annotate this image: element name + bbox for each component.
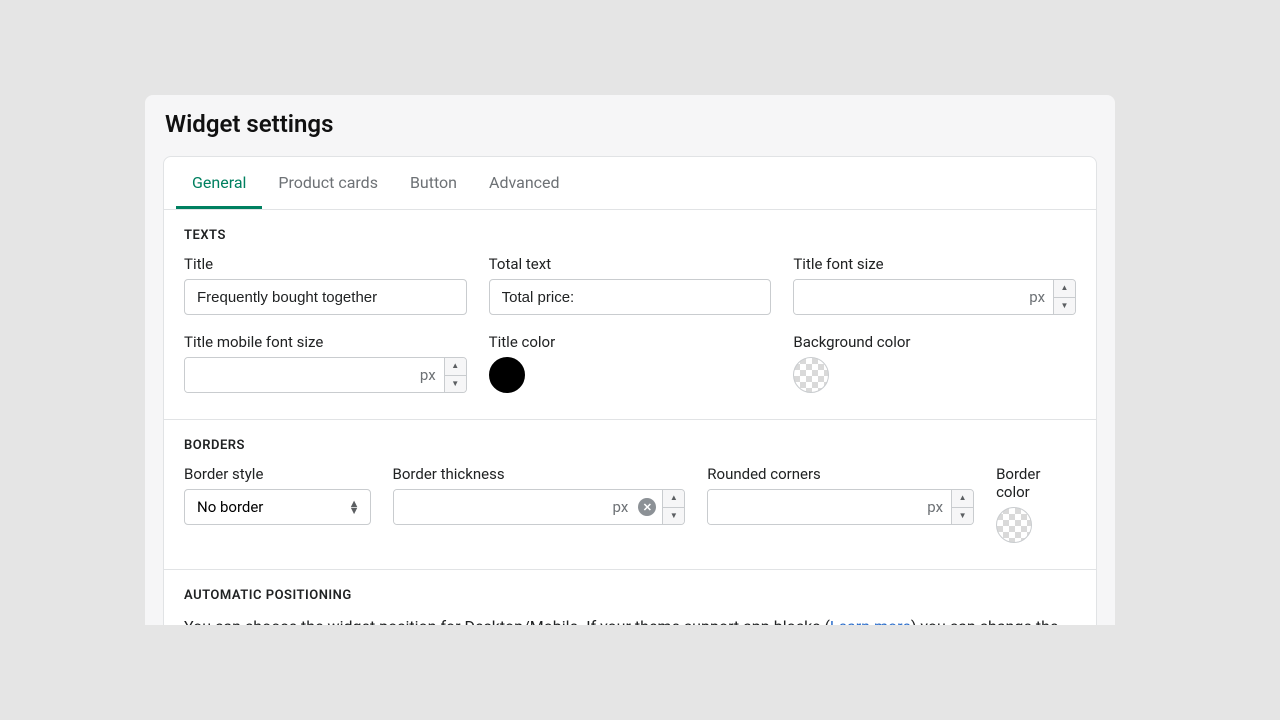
- positioning-description: You can choose the widget position for D…: [184, 615, 1076, 625]
- tabs: General Product cards Button Advanced: [164, 157, 1096, 210]
- label-total-text: Total text: [489, 255, 772, 273]
- spin-down-icon[interactable]: ▼: [445, 376, 466, 393]
- field-border-thickness: Border thickness px ✕ ▲ ▼: [393, 465, 686, 543]
- input-rounded-corners[interactable]: px ▲ ▼: [707, 489, 974, 525]
- field-title: Title: [184, 255, 467, 315]
- input-title-font-size-value[interactable]: [794, 280, 1029, 314]
- spinner: ▲ ▼: [951, 490, 973, 524]
- label-border-color: Border color: [996, 465, 1076, 501]
- section-texts: TEXTS Title Total text Title font size p…: [164, 210, 1096, 420]
- field-border-color: Border color: [996, 465, 1076, 543]
- field-title-mobile-font-size: Title mobile font size px ▲ ▼: [184, 333, 467, 393]
- desc-pre: You can choose the widget position for D…: [184, 617, 830, 625]
- unit-px: px: [420, 366, 444, 384]
- field-total-text: Total text: [489, 255, 772, 315]
- spin-down-icon[interactable]: ▼: [663, 508, 684, 525]
- spin-down-icon[interactable]: ▼: [1054, 298, 1075, 315]
- input-border-thickness-value[interactable]: [394, 490, 613, 524]
- label-background-color: Background color: [793, 333, 1076, 351]
- tab-button[interactable]: Button: [394, 157, 473, 209]
- spinner: ▲ ▼: [1053, 280, 1075, 314]
- tab-product-cards[interactable]: Product cards: [262, 157, 394, 209]
- section-positioning: AUTOMATIC POSITIONING You can choose the…: [164, 570, 1096, 625]
- spin-up-icon[interactable]: ▲: [1054, 280, 1075, 298]
- unit-px: px: [613, 498, 637, 516]
- clear-icon[interactable]: ✕: [638, 498, 656, 516]
- select-border-style[interactable]: No border ▲▼: [184, 489, 371, 525]
- input-rounded-corners-value[interactable]: [708, 490, 927, 524]
- input-title-mobile-font-size-value[interactable]: [185, 358, 420, 392]
- field-background-color: Background color: [793, 333, 1076, 393]
- input-title[interactable]: [184, 279, 467, 315]
- spin-up-icon[interactable]: ▲: [952, 490, 973, 508]
- section-borders: BORDERS Border style No border ▲▼ Border…: [164, 420, 1096, 570]
- learn-more-link[interactable]: Learn more: [830, 617, 911, 625]
- section-heading-borders: BORDERS: [184, 438, 1076, 453]
- field-title-font-size: Title font size px ▲ ▼: [793, 255, 1076, 315]
- input-border-thickness[interactable]: px ✕ ▲ ▼: [393, 489, 686, 525]
- unit-px: px: [927, 498, 951, 516]
- field-title-color: Title color: [489, 333, 772, 393]
- spin-down-icon[interactable]: ▼: [952, 508, 973, 525]
- swatch-border-color[interactable]: [996, 507, 1032, 543]
- swatch-background-color[interactable]: [793, 357, 829, 393]
- label-title-color: Title color: [489, 333, 772, 351]
- label-title-mobile-font-size: Title mobile font size: [184, 333, 467, 351]
- tab-general[interactable]: General: [176, 157, 262, 209]
- settings-panel: Widget settings General Product cards Bu…: [145, 95, 1115, 625]
- select-border-style-value: No border: [197, 498, 263, 516]
- label-title-font-size: Title font size: [793, 255, 1076, 273]
- label-border-thickness: Border thickness: [393, 465, 686, 483]
- label-title: Title: [184, 255, 467, 273]
- section-heading-positioning: AUTOMATIC POSITIONING: [184, 588, 1076, 603]
- tab-advanced[interactable]: Advanced: [473, 157, 576, 209]
- input-title-mobile-font-size[interactable]: px ▲ ▼: [184, 357, 467, 393]
- input-total-text[interactable]: [489, 279, 772, 315]
- section-heading-texts: TEXTS: [184, 228, 1076, 243]
- label-border-style: Border style: [184, 465, 371, 483]
- swatch-title-color[interactable]: [489, 357, 525, 393]
- page-title: Widget settings: [145, 95, 1115, 156]
- spinner: ▲ ▼: [444, 358, 466, 392]
- field-rounded-corners: Rounded corners px ▲ ▼: [707, 465, 974, 543]
- label-rounded-corners: Rounded corners: [707, 465, 974, 483]
- settings-card: General Product cards Button Advanced TE…: [163, 156, 1097, 625]
- field-border-style: Border style No border ▲▼: [184, 465, 371, 543]
- spinner: ▲ ▼: [662, 490, 684, 524]
- unit-px: px: [1029, 288, 1053, 306]
- spin-up-icon[interactable]: ▲: [663, 490, 684, 508]
- spin-up-icon[interactable]: ▲: [445, 358, 466, 376]
- input-title-font-size[interactable]: px ▲ ▼: [793, 279, 1076, 315]
- select-caret-icon: ▲▼: [349, 500, 360, 514]
